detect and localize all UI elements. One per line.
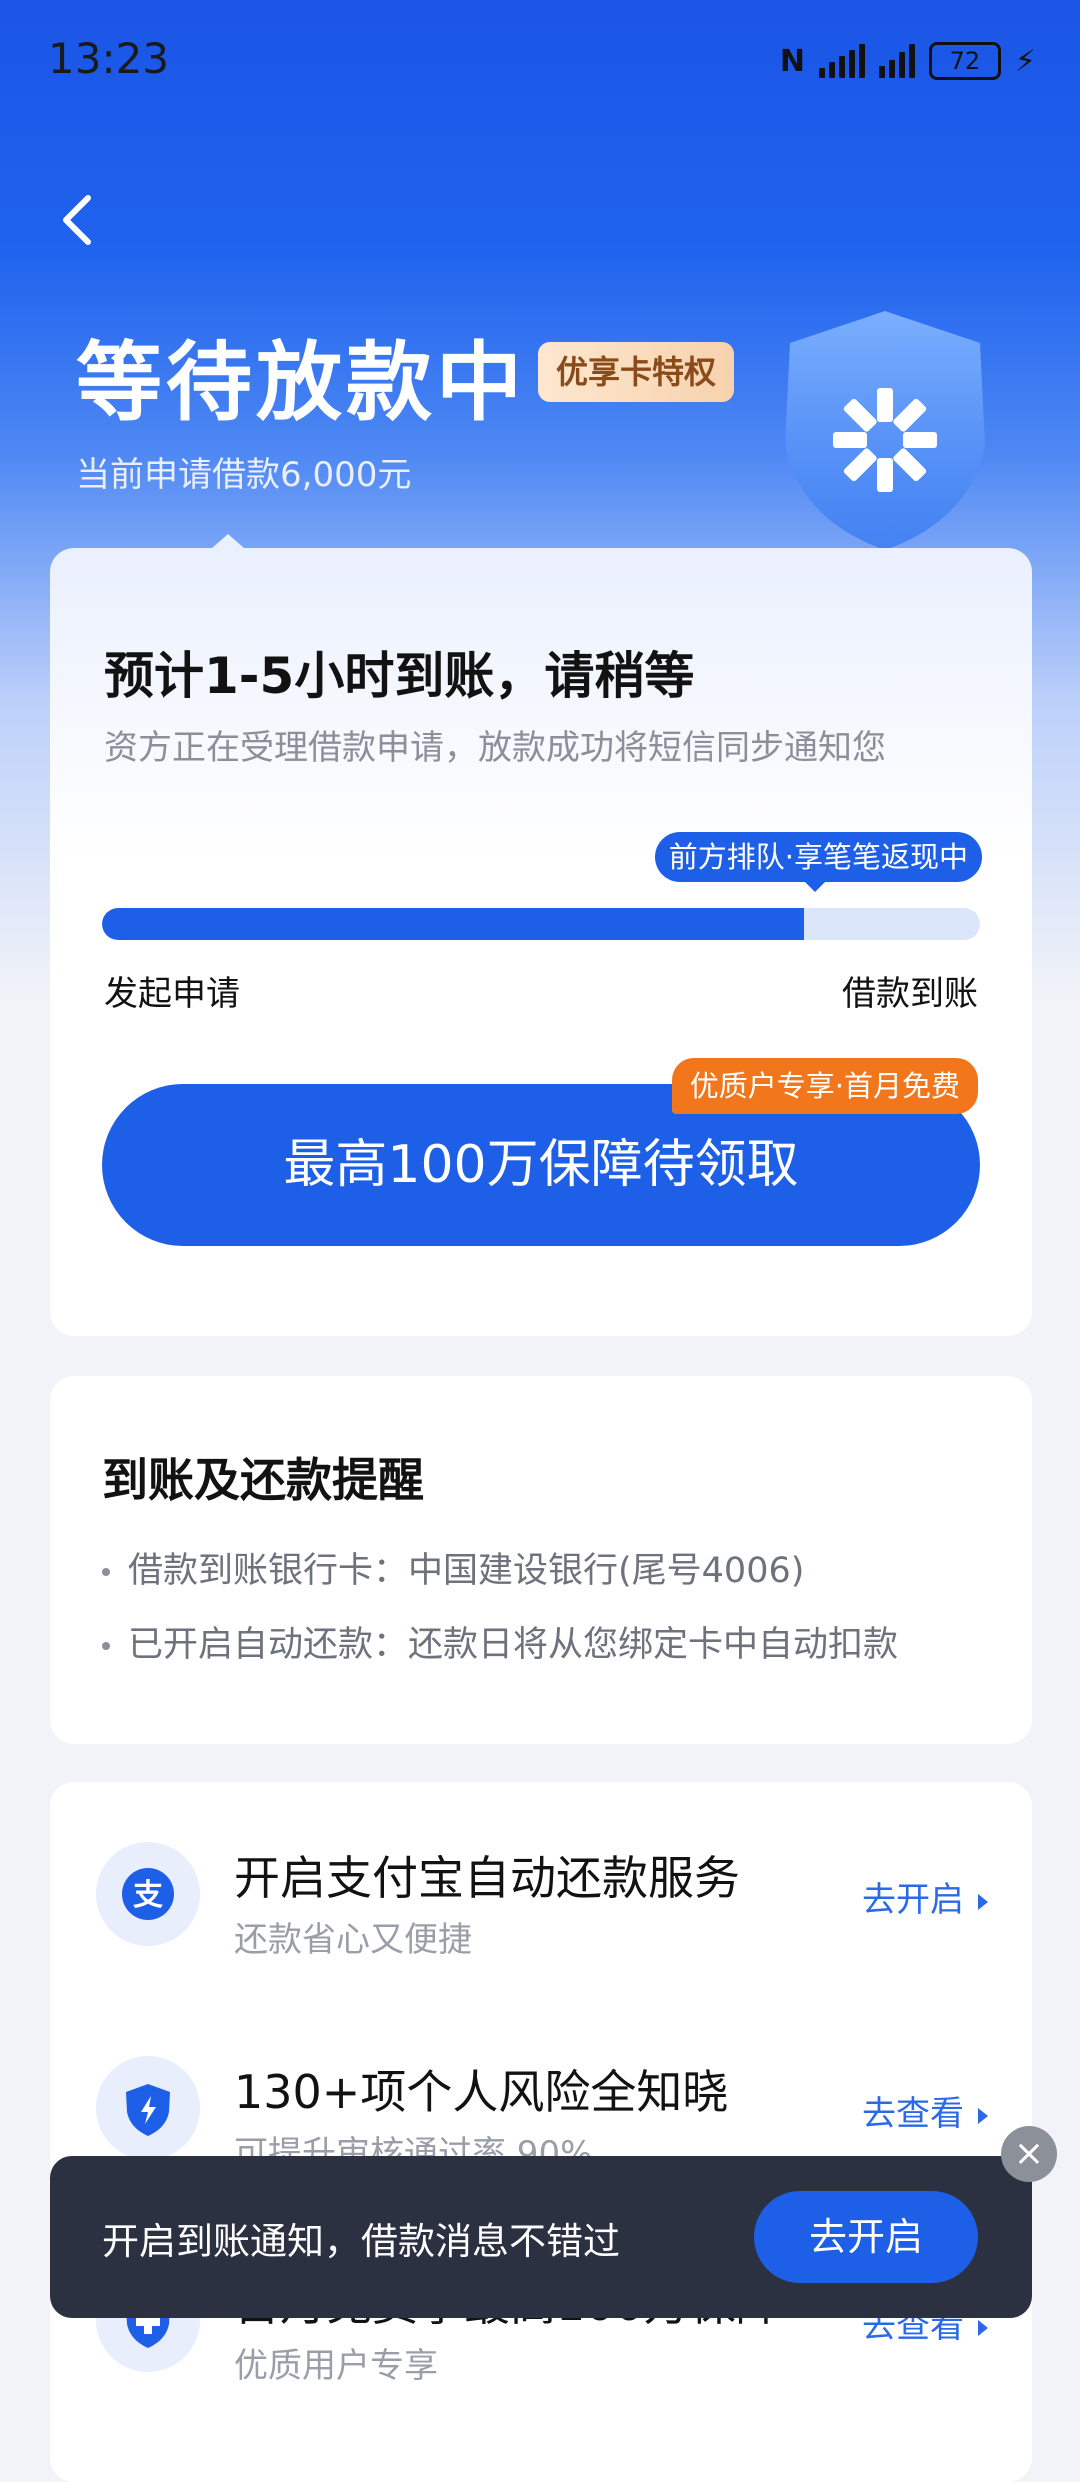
bullet-dot <box>102 1642 110 1650</box>
service-subtitle: 优质用户专享 <box>234 2346 438 2386</box>
service-item-alipay[interactable]: 支 开启支付宝自动还款服务 还款省心又便捷 去开启 <box>50 1812 1032 1992</box>
progress-card: 预计1-5小时到账，请稍等 资方正在受理借款申请，放款成功将短信同步通知您 前方… <box>50 534 1032 1336</box>
loan-amount-subtitle: 当前申请借款6,000元 <box>76 455 412 495</box>
service-title: 130+项个人风险全知晓 <box>234 2065 729 2119</box>
status-time: 13:23 <box>48 34 170 83</box>
reminder-line-bank: 借款到账银行卡：中国建设银行(尾号4006) <box>102 1542 804 1593</box>
enable-notification-button[interactable]: 去开启 <box>754 2191 978 2283</box>
page-title: 等待放款中 <box>76 333 526 433</box>
reminder-bank-text: 借款到账银行卡：中国建设银行(尾号4006) <box>128 1551 805 1591</box>
promo-tag: 优质户专享·首月免费 <box>671 1058 978 1114</box>
service-subtitle: 还款省心又便捷 <box>234 1920 472 1960</box>
reminder-line-autopay: 已开启自动还款：还款日将从您绑定卡中自动扣款 <box>102 1616 898 1667</box>
progress-end-label: 借款到账 <box>842 974 978 1014</box>
status-icons: N 72 ⚡ <box>780 38 1036 84</box>
signal-icon <box>818 44 865 78</box>
back-arrow-icon[interactable] <box>50 190 110 250</box>
service-action-link[interactable]: 去查看 <box>862 2086 988 2135</box>
charging-icon: ⚡ <box>1014 43 1036 79</box>
eta-heading: 预计1-5小时到账，请稍等 <box>104 647 695 705</box>
service-action-link[interactable]: 去开启 <box>862 1872 988 1921</box>
alipay-icon: 支 <box>96 1842 200 1946</box>
progress-start-label: 发起申请 <box>104 974 240 1014</box>
battery-icon: 72 <box>928 42 1001 80</box>
reminder-title: 到账及还款提醒 <box>102 1453 424 1507</box>
notification-toast: 开启到账通知，借款消息不错过 去开启 <box>50 2156 1032 2318</box>
shield-logo-icon <box>785 311 985 550</box>
services-card: 支 开启支付宝自动还款服务 还款省心又便捷 去开启 130+项个人风险全知晓 可… <box>50 1782 1032 2482</box>
bullet-dot <box>102 1568 110 1576</box>
close-icon[interactable]: × <box>1001 2126 1057 2182</box>
reminder-card: 到账及还款提醒 借款到账银行卡：中国建设银行(尾号4006) 已开启自动还款：还… <box>50 1376 1032 1744</box>
toast-message: 开启到账通知，借款消息不错过 <box>102 2220 620 2263</box>
progress-fill <box>102 908 805 940</box>
eta-description: 资方正在受理借款申请，放款成功将短信同步通知您 <box>104 728 886 768</box>
card-notch <box>212 534 244 548</box>
service-title: 开启支付宝自动还款服务 <box>234 1851 740 1905</box>
signal-icon-2 <box>878 44 915 78</box>
reminder-autopay-text: 已开启自动还款：还款日将从您绑定卡中自动扣款 <box>128 1625 899 1665</box>
progress-track <box>102 908 980 940</box>
status-bar: 13:23 N 72 ⚡ <box>0 0 1080 120</box>
nfc-icon: N <box>779 43 805 79</box>
svg-text:支: 支 <box>133 1878 163 1913</box>
privilege-badge: 优享卡特权 <box>538 342 735 402</box>
shield-bolt-icon <box>96 2056 200 2160</box>
queue-tag: 前方排队·享笔笔返现中 <box>654 832 982 892</box>
